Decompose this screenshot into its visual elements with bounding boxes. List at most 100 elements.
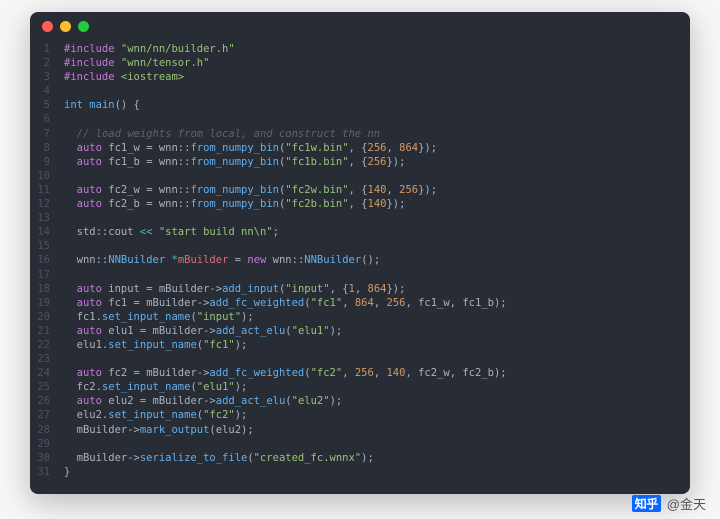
code-line[interactable]: 31}	[30, 465, 690, 479]
code-content: #include "wnn/tensor.h"	[64, 56, 690, 70]
code-content: auto fc2_w = wnn::from_numpy_bin("fc2w.b…	[64, 183, 690, 197]
code-content: mBuilder->mark_output(elu2);	[64, 423, 690, 437]
code-line[interactable]: 7 // load weights from local, and constr…	[30, 127, 690, 141]
code-content: #include <iostream>	[64, 70, 690, 84]
code-line[interactable]: 18 auto input = mBuilder->add_input("inp…	[30, 282, 690, 296]
code-area[interactable]: 1#include "wnn/nn/builder.h"2#include "w…	[30, 40, 690, 487]
code-line[interactable]: 15	[30, 239, 690, 253]
line-number: 2	[30, 56, 64, 70]
code-content	[64, 84, 690, 98]
code-line[interactable]: 4	[30, 84, 690, 98]
line-number: 3	[30, 70, 64, 84]
code-content: mBuilder->serialize_to_file("created_fc.…	[64, 451, 690, 465]
code-content	[64, 112, 690, 126]
code-content	[64, 239, 690, 253]
line-number: 9	[30, 155, 64, 169]
minimize-icon[interactable]	[60, 21, 71, 32]
line-number: 20	[30, 310, 64, 324]
line-number: 10	[30, 169, 64, 183]
code-content	[64, 211, 690, 225]
code-line[interactable]: 3#include <iostream>	[30, 70, 690, 84]
code-line[interactable]: 16 wnn::NNBuilder *mBuilder = new wnn::N…	[30, 253, 690, 267]
code-line[interactable]: 22 elu1.set_input_name("fc1");	[30, 338, 690, 352]
line-number: 30	[30, 451, 64, 465]
titlebar	[30, 12, 690, 40]
zoom-icon[interactable]	[78, 21, 89, 32]
code-content: auto fc2_b = wnn::from_numpy_bin("fc2b.b…	[64, 197, 690, 211]
code-content: auto fc2 = mBuilder->add_fc_weighted("fc…	[64, 366, 690, 380]
code-content	[64, 437, 690, 451]
code-line[interactable]: 21 auto elu1 = mBuilder->add_act_elu("el…	[30, 324, 690, 338]
code-line[interactable]: 25 fc2.set_input_name("elu1");	[30, 380, 690, 394]
line-number: 23	[30, 352, 64, 366]
line-number: 1	[30, 42, 64, 56]
code-line[interactable]: 6	[30, 112, 690, 126]
code-line[interactable]: 20 fc1.set_input_name("input");	[30, 310, 690, 324]
line-number: 26	[30, 394, 64, 408]
author-handle: @金天	[667, 494, 706, 513]
line-number: 28	[30, 423, 64, 437]
code-line[interactable]: 17	[30, 268, 690, 282]
line-number: 15	[30, 239, 64, 253]
code-line[interactable]: 10	[30, 169, 690, 183]
code-line[interactable]: 26 auto elu2 = mBuilder->add_act_elu("el…	[30, 394, 690, 408]
code-content	[64, 352, 690, 366]
code-content: std::cout << "start build nn\n";	[64, 225, 690, 239]
line-number: 22	[30, 338, 64, 352]
line-number: 27	[30, 408, 64, 422]
code-line[interactable]: 27 elu2.set_input_name("fc2");	[30, 408, 690, 422]
code-line[interactable]: 24 auto fc2 = mBuilder->add_fc_weighted(…	[30, 366, 690, 380]
line-number: 24	[30, 366, 64, 380]
code-line[interactable]: 2#include "wnn/tensor.h"	[30, 56, 690, 70]
line-number: 18	[30, 282, 64, 296]
code-line[interactable]: 28 mBuilder->mark_output(elu2);	[30, 423, 690, 437]
line-number: 19	[30, 296, 64, 310]
code-content: auto elu1 = mBuilder->add_act_elu("elu1"…	[64, 324, 690, 338]
code-content: elu1.set_input_name("fc1");	[64, 338, 690, 352]
code-content: auto elu2 = mBuilder->add_act_elu("elu2"…	[64, 394, 690, 408]
code-line[interactable]: 9 auto fc1_b = wnn::from_numpy_bin("fc1b…	[30, 155, 690, 169]
line-number: 12	[30, 197, 64, 211]
line-number: 29	[30, 437, 64, 451]
line-number: 21	[30, 324, 64, 338]
code-content: auto fc1 = mBuilder->add_fc_weighted("fc…	[64, 296, 690, 310]
code-content: elu2.set_input_name("fc2");	[64, 408, 690, 422]
code-line[interactable]: 8 auto fc1_w = wnn::from_numpy_bin("fc1w…	[30, 141, 690, 155]
code-line[interactable]: 29	[30, 437, 690, 451]
code-content: fc1.set_input_name("input");	[64, 310, 690, 324]
code-line[interactable]: 1#include "wnn/nn/builder.h"	[30, 42, 690, 56]
code-line[interactable]: 11 auto fc2_w = wnn::from_numpy_bin("fc2…	[30, 183, 690, 197]
line-number: 16	[30, 253, 64, 267]
code-content: #include "wnn/nn/builder.h"	[64, 42, 690, 56]
code-content: int main() {	[64, 98, 690, 112]
code-line[interactable]: 23	[30, 352, 690, 366]
line-number: 8	[30, 141, 64, 155]
editor-window: 1#include "wnn/nn/builder.h"2#include "w…	[30, 12, 690, 494]
close-icon[interactable]	[42, 21, 53, 32]
code-line[interactable]: 19 auto fc1 = mBuilder->add_fc_weighted(…	[30, 296, 690, 310]
code-content: // load weights from local, and construc…	[64, 127, 690, 141]
code-content: auto fc1_w = wnn::from_numpy_bin("fc1w.b…	[64, 141, 690, 155]
line-number: 14	[30, 225, 64, 239]
attribution: 知乎 @金天	[632, 494, 706, 513]
line-number: 31	[30, 465, 64, 479]
code-content: fc2.set_input_name("elu1");	[64, 380, 690, 394]
line-number: 4	[30, 84, 64, 98]
code-content	[64, 268, 690, 282]
line-number: 6	[30, 112, 64, 126]
line-number: 17	[30, 268, 64, 282]
line-number: 5	[30, 98, 64, 112]
zhihu-logo: 知乎	[632, 495, 661, 512]
code-line[interactable]: 30 mBuilder->serialize_to_file("created_…	[30, 451, 690, 465]
line-number: 25	[30, 380, 64, 394]
code-content	[64, 169, 690, 183]
code-line[interactable]: 14 std::cout << "start build nn\n";	[30, 225, 690, 239]
code-content: }	[64, 465, 690, 479]
code-line[interactable]: 13	[30, 211, 690, 225]
line-number: 13	[30, 211, 64, 225]
code-content: auto fc1_b = wnn::from_numpy_bin("fc1b.b…	[64, 155, 690, 169]
code-content: wnn::NNBuilder *mBuilder = new wnn::NNBu…	[64, 253, 690, 267]
code-line[interactable]: 5int main() {	[30, 98, 690, 112]
code-line[interactable]: 12 auto fc2_b = wnn::from_numpy_bin("fc2…	[30, 197, 690, 211]
code-content: auto input = mBuilder->add_input("input"…	[64, 282, 690, 296]
